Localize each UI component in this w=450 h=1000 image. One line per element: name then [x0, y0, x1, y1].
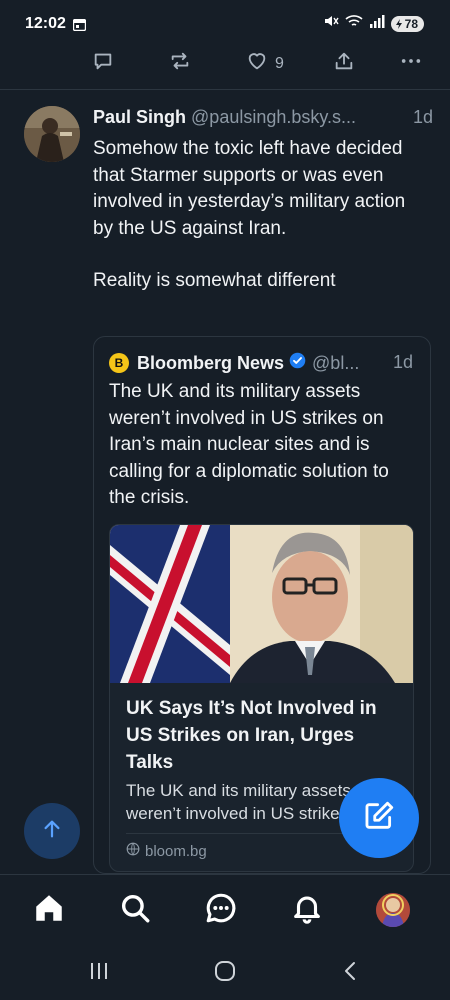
status-time: 12:02	[25, 15, 66, 32]
nav-profile[interactable]	[374, 891, 412, 929]
link-preview-image	[110, 525, 413, 683]
nav-search[interactable]	[116, 891, 154, 929]
chat-icon	[204, 891, 238, 930]
link-card-domain-row: bloom.bg	[126, 842, 207, 860]
back-chevron-icon	[340, 960, 362, 987]
more-options-button[interactable]	[400, 50, 422, 77]
reply-button[interactable]	[92, 50, 114, 77]
search-icon	[118, 891, 152, 930]
profile-avatar	[376, 893, 410, 927]
author-handle[interactable]: @paulsingh.bsky.s...	[191, 107, 356, 127]
home-system-button[interactable]	[210, 958, 240, 988]
status-icons: 78	[323, 14, 424, 33]
recent-apps-icon	[88, 960, 110, 987]
post-timestamp: 1d	[412, 107, 433, 127]
author-avatar[interactable]	[24, 106, 80, 162]
post-header: Paul Singh @paulsingh.bsky.s... 1d	[93, 107, 433, 128]
share-button[interactable]	[333, 50, 355, 77]
bell-icon	[290, 891, 324, 930]
nav-notifications[interactable]	[288, 891, 326, 929]
nav-chat[interactable]	[202, 891, 240, 929]
system-navigation-bar	[0, 946, 450, 1000]
share-icon	[333, 50, 355, 77]
repost-button[interactable]	[168, 50, 192, 77]
post-text-paragraph-2: Reality is somewhat different	[93, 270, 336, 291]
home-circle-icon	[213, 959, 237, 988]
link-card-domain: bloom.bg	[145, 842, 207, 860]
mute-icon	[323, 14, 339, 33]
post-text-paragraph-1: Somehow the toxic left have decided that…	[93, 138, 406, 239]
bottom-navigation	[0, 874, 450, 946]
back-button[interactable]	[336, 958, 366, 988]
battery-level: 78	[404, 16, 418, 31]
nav-home[interactable]	[30, 891, 68, 929]
battery-indicator: 78	[390, 15, 424, 32]
reply-icon	[92, 50, 114, 77]
repost-icon	[168, 50, 192, 77]
wifi-icon	[345, 14, 363, 33]
previous-post-actions: 9	[0, 46, 450, 90]
signal-icon	[369, 14, 385, 33]
quoted-author-handle[interactable]: @bl...	[312, 353, 359, 374]
like-count: 9	[275, 54, 284, 72]
calendar-icon	[72, 18, 87, 36]
quoted-post-timestamp: 1d	[392, 352, 413, 372]
arrow-up-icon	[41, 818, 63, 845]
author-name[interactable]: Paul Singh	[93, 107, 186, 127]
globe-icon	[126, 842, 140, 860]
status-bar: 12:02 78	[0, 0, 450, 46]
link-card-title: UK Says It’s Not Involved in US Strikes …	[126, 698, 377, 773]
verified-badge-icon	[289, 352, 306, 374]
heart-icon	[245, 50, 269, 77]
scroll-to-top-button[interactable]	[24, 803, 80, 859]
quoted-author-name[interactable]: Bloomberg News	[137, 353, 284, 374]
home-icon	[32, 891, 66, 930]
compose-icon	[362, 799, 396, 838]
compose-post-button[interactable]	[339, 778, 419, 858]
quoted-post-text: The UK and its military assets weren’t i…	[109, 381, 389, 508]
like-button[interactable]: 9	[245, 50, 284, 77]
quoted-post-header: B Bloomberg News @bl... 1d	[109, 352, 415, 374]
more-icon	[400, 50, 422, 77]
post-text: Somehow the toxic left have decided that…	[93, 136, 428, 295]
bloomberg-logo: B	[109, 353, 129, 373]
recent-apps-button[interactable]	[84, 958, 114, 988]
